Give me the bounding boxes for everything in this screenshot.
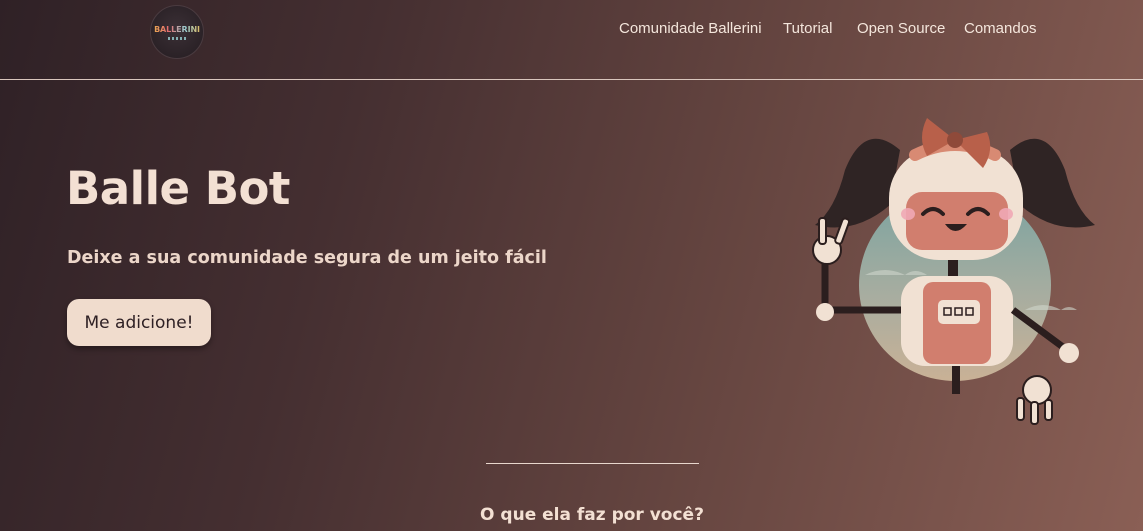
section-title: O que ela faz por você? [480, 505, 704, 525]
nav-link-comunidade[interactable]: Comunidade Ballerini [619, 20, 762, 37]
main-nav: Comunidade Ballerini Tutorial Open Sourc… [0, 20, 1143, 40]
add-bot-button[interactable]: Me adicione! [67, 299, 211, 346]
site-header: BALLERINI Comunidade Ballerini Tutorial … [0, 0, 1143, 80]
nav-link-open-source[interactable]: Open Source [857, 20, 945, 37]
nav-link-tutorial[interactable]: Tutorial [783, 20, 832, 37]
hero-subtitle: Deixe a sua comunidade segura de um jeit… [67, 248, 547, 268]
hero-title: Balle Bot [66, 162, 290, 215]
nav-link-comandos[interactable]: Comandos [964, 20, 1037, 37]
section-divider [486, 463, 699, 464]
robot-mascot-icon [805, 110, 1105, 430]
